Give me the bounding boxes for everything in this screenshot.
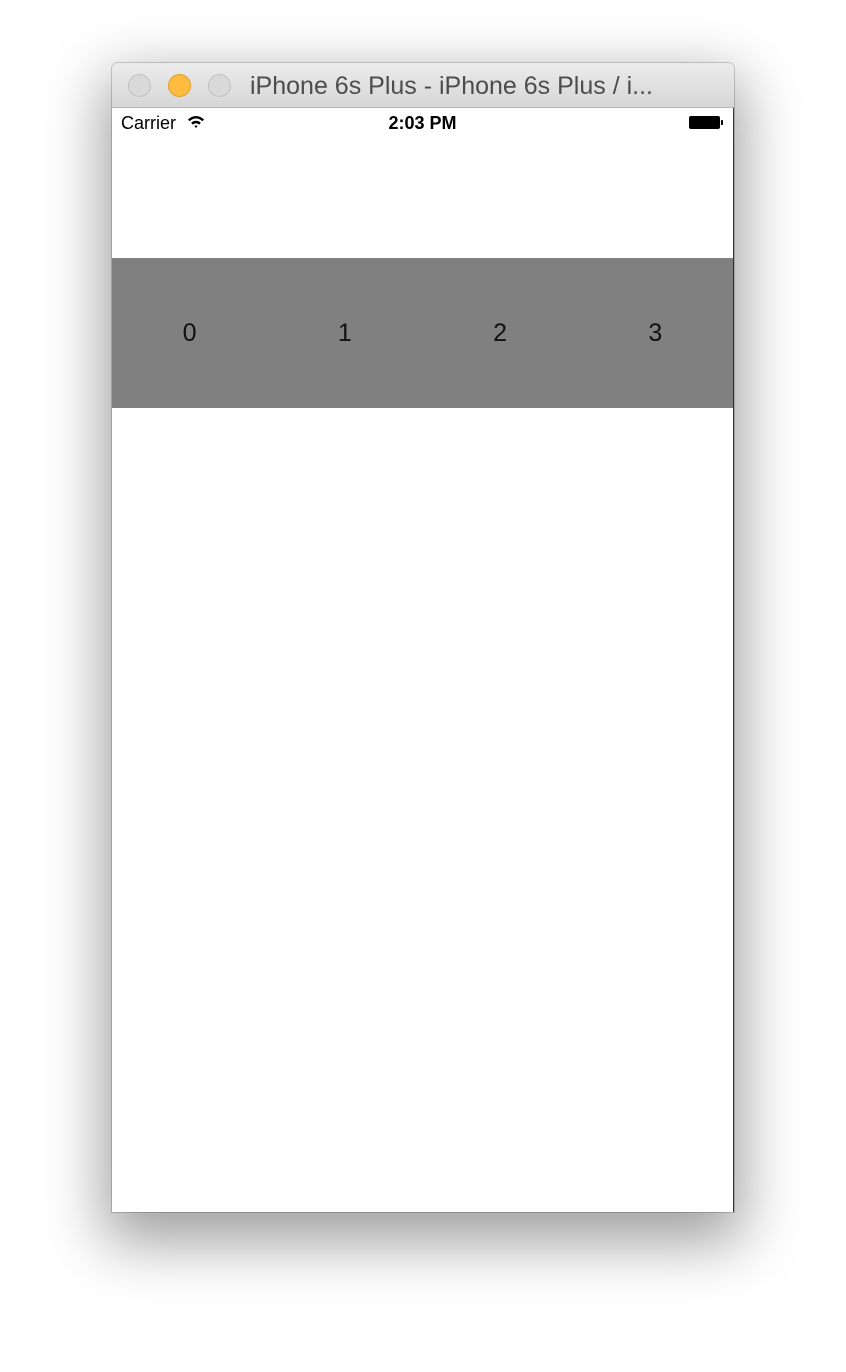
status-bar: Carrier 2:03 PM [112, 108, 733, 138]
number-cell-3[interactable]: 3 [578, 258, 733, 408]
zoom-button[interactable] [208, 74, 231, 97]
battery-icon [689, 116, 723, 129]
simulator-window: iPhone 6s Plus - iPhone 6s Plus / i... C… [112, 63, 734, 1212]
window-title: iPhone 6s Plus - iPhone 6s Plus / i... [250, 72, 653, 100]
device-screen[interactable]: Carrier 2:03 PM 0 1 2 3 [112, 108, 734, 1212]
number-row: 0 1 2 3 [112, 258, 733, 408]
status-time: 2:03 PM [388, 113, 457, 133]
number-cell-0[interactable]: 0 [112, 258, 267, 408]
title-bar[interactable]: iPhone 6s Plus - iPhone 6s Plus / i... [112, 63, 734, 108]
number-cell-1[interactable]: 1 [267, 258, 422, 408]
minimize-button[interactable] [168, 74, 191, 97]
number-cell-2[interactable]: 2 [423, 258, 578, 408]
close-button[interactable] [128, 74, 151, 97]
